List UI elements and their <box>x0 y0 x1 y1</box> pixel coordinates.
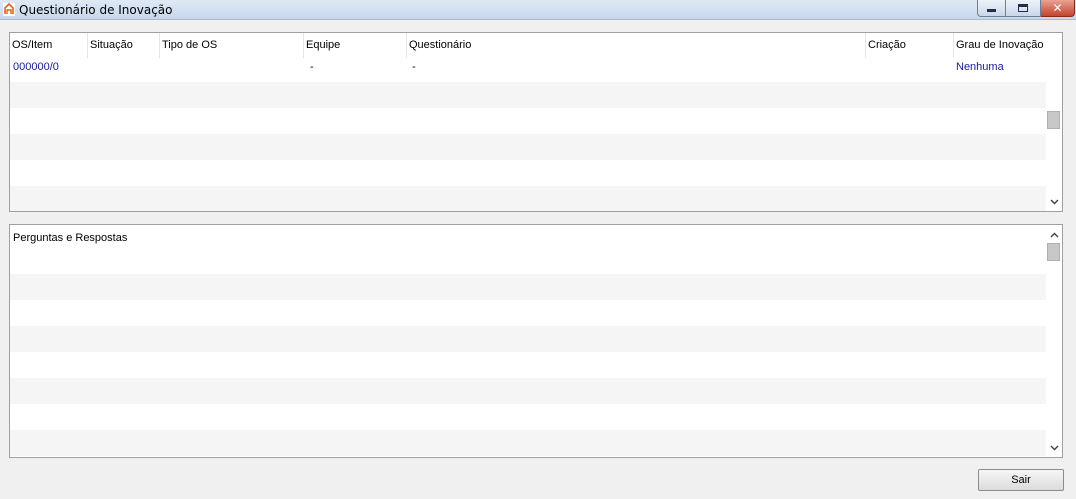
minimize-icon <box>987 9 996 12</box>
empty-row <box>10 274 1047 300</box>
cell-os-item: 000000/0 <box>13 61 59 73</box>
empty-row <box>10 430 1047 456</box>
scrollbar-thumb[interactable] <box>1047 243 1060 261</box>
empty-row <box>10 82 1047 108</box>
chevron-up-icon[interactable] <box>1046 227 1062 243</box>
cell-questionario: - <box>412 61 416 73</box>
cell-situacao <box>88 56 90 79</box>
column-header-os-item[interactable]: OS/Item <box>10 33 87 58</box>
close-icon: ✕ <box>1052 1 1063 15</box>
title-bar: Questionário de Inovação ✕ <box>0 0 1076 20</box>
maximize-button[interactable] <box>1006 0 1041 17</box>
column-header-situacao[interactable]: Situação <box>87 33 159 58</box>
empty-row <box>10 326 1047 352</box>
app-logo-icon <box>3 3 15 16</box>
cell-equipe: - <box>310 61 314 73</box>
scrollbar-thumb[interactable] <box>1047 111 1060 129</box>
window-title: Questionário de Inovação <box>19 3 173 17</box>
exit-button[interactable]: Sair <box>978 469 1064 491</box>
column-header-questionario[interactable]: Questionário <box>406 33 865 58</box>
grid-header: OS/Item Situação Tipo de OS Equipe Quest… <box>10 33 1047 58</box>
empty-row <box>10 378 1047 404</box>
qa-vertical-scrollbar[interactable] <box>1046 225 1062 457</box>
column-header-tipo-os[interactable]: Tipo de OS <box>159 33 303 58</box>
empty-row <box>10 186 1047 211</box>
cell-tipo-os <box>160 56 162 79</box>
cell-criacao <box>866 56 868 79</box>
os-grid[interactable]: OS/Item Situação Tipo de OS Equipe Quest… <box>9 32 1063 212</box>
close-button[interactable]: ✕ <box>1041 0 1075 17</box>
table-row[interactable]: 000000/0 - - Nenhuma <box>10 56 1047 82</box>
qa-panel[interactable]: Perguntas e Respostas <box>9 224 1063 458</box>
cell-grau-inovacao: Nenhuma <box>956 61 1004 73</box>
empty-row <box>10 134 1047 160</box>
chevron-down-icon[interactable] <box>1046 194 1062 210</box>
column-header-criacao[interactable]: Criação <box>865 33 953 58</box>
qa-header: Perguntas e Respostas <box>13 232 128 244</box>
column-header-equipe[interactable]: Equipe <box>303 33 406 58</box>
grid-vertical-scrollbar[interactable] <box>1046 33 1062 211</box>
minimize-button[interactable] <box>977 0 1006 17</box>
chevron-down-icon[interactable] <box>1046 440 1062 456</box>
maximize-icon <box>1018 4 1028 12</box>
column-header-grau-inovacao[interactable]: Grau de Inovação <box>953 33 1047 58</box>
